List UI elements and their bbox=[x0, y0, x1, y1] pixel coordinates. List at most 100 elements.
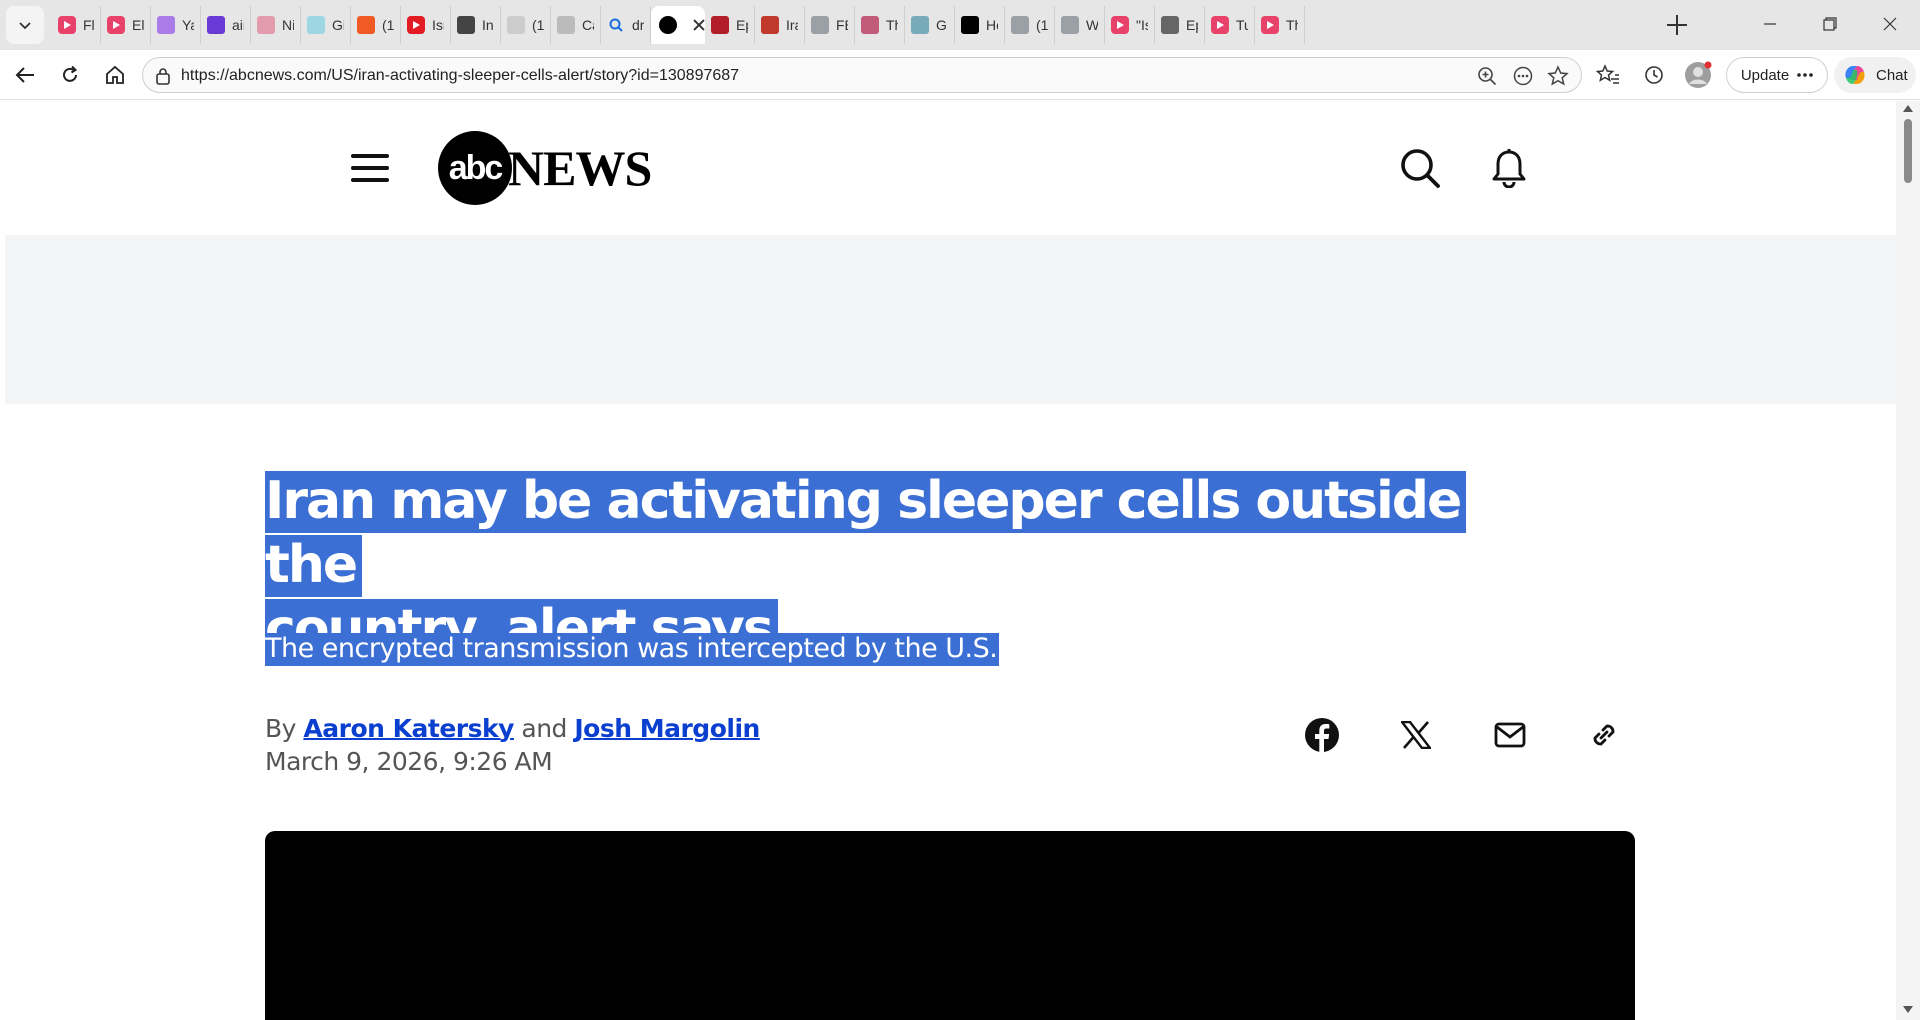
browser-toolbar: https://abcnews.com/US/iran-activating-s… bbox=[0, 50, 1920, 100]
yahoo-icon bbox=[207, 16, 225, 34]
abc-news-logo[interactable]: abc NEWS bbox=[438, 129, 652, 207]
update-label: Update bbox=[1740, 66, 1790, 84]
history-button[interactable] bbox=[1638, 59, 1670, 91]
chevron-down-icon bbox=[19, 22, 31, 30]
tab-list-button[interactable] bbox=[6, 6, 44, 44]
tab-title: Isra bbox=[432, 17, 444, 33]
hamburger-icon bbox=[351, 154, 389, 158]
lock-icon bbox=[156, 68, 170, 85]
video-player[interactable] bbox=[265, 831, 1635, 1020]
more-options-icon[interactable] bbox=[1513, 66, 1533, 86]
restore-button[interactable] bbox=[1800, 0, 1860, 48]
home-icon bbox=[106, 65, 124, 84]
share-email-button[interactable] bbox=[1488, 713, 1532, 757]
browser-tab[interactable]: (10 bbox=[501, 6, 551, 44]
profile-button[interactable] bbox=[1682, 59, 1714, 91]
search-icon bbox=[1401, 149, 1440, 188]
share-x-button[interactable] bbox=[1394, 713, 1438, 757]
scroll-down-arrow-icon[interactable] bbox=[1903, 1006, 1913, 1013]
url-text: https://abcnews.com/US/iran-activating-s… bbox=[181, 67, 740, 84]
abc-icon bbox=[659, 16, 677, 34]
avatar-icon bbox=[1685, 61, 1712, 88]
browser-tab[interactable]: Car bbox=[551, 6, 601, 44]
browser-tab[interactable]: "Is bbox=[1105, 6, 1155, 44]
copilot-chat-button[interactable]: Chat bbox=[1834, 57, 1916, 93]
copy-link-button[interactable] bbox=[1582, 713, 1626, 757]
notifications-button[interactable] bbox=[1486, 145, 1532, 191]
browser-tab[interactable]: The bbox=[855, 6, 905, 44]
browser-tab[interactable]: air c bbox=[201, 6, 251, 44]
tab-title: The bbox=[1286, 17, 1298, 33]
browser-tab[interactable]: Elto bbox=[101, 6, 151, 44]
zoom-icon[interactable] bbox=[1477, 66, 1497, 86]
tab-title: WE bbox=[1086, 17, 1098, 33]
tab-title: Giv bbox=[332, 17, 344, 33]
byline: By Aaron Katersky and Josh Margolin bbox=[265, 713, 760, 745]
by-label: By bbox=[265, 714, 296, 743]
tab-title: (10 bbox=[382, 17, 394, 33]
tab-title: (10 bbox=[532, 17, 544, 33]
tab-title: Eps bbox=[736, 17, 748, 33]
new-tab-button[interactable] bbox=[1662, 10, 1692, 40]
youtube-icon bbox=[1261, 16, 1279, 34]
close-tab-icon[interactable] bbox=[691, 17, 705, 33]
fp-icon bbox=[1011, 16, 1029, 34]
site-header: abc NEWS bbox=[5, 101, 1896, 235]
author-link-1[interactable]: Aaron Katersky bbox=[303, 714, 514, 743]
ad-placeholder bbox=[5, 235, 1896, 404]
address-bar[interactable]: https://abcnews.com/US/iran-activating-s… bbox=[142, 57, 1582, 93]
search-button[interactable] bbox=[1397, 145, 1443, 191]
browser-tab[interactable]: GLF bbox=[905, 6, 955, 44]
headline-line-1: Iran may be activating sleeper cells out… bbox=[265, 471, 1467, 597]
flag-icon bbox=[457, 16, 475, 34]
browser-tab[interactable] bbox=[651, 6, 705, 44]
close-icon bbox=[1883, 17, 1897, 31]
browser-tab[interactable]: FBI bbox=[805, 6, 855, 44]
page-scrollbar[interactable] bbox=[1896, 101, 1920, 1020]
update-button[interactable]: Update bbox=[1726, 57, 1828, 93]
tab-title: Elto bbox=[132, 17, 144, 33]
browser-tab[interactable]: Flee bbox=[52, 6, 101, 44]
browser-tab[interactable]: Eps bbox=[705, 6, 755, 44]
browser-tab[interactable]: Irar bbox=[755, 6, 805, 44]
tab-title: Eps bbox=[1186, 17, 1198, 33]
scroll-up-arrow-icon[interactable] bbox=[1903, 105, 1913, 112]
browser-tab[interactable]: Nia bbox=[251, 6, 301, 44]
tab-list: Flee Elto Yah air c Nia Giv (10 Isra In 1 (10 Car d… bbox=[52, 6, 1305, 44]
reload-button[interactable] bbox=[54, 59, 86, 91]
browser-tab[interactable]: Hov bbox=[955, 6, 1005, 44]
menu-button[interactable] bbox=[351, 153, 389, 183]
back-button[interactable] bbox=[9, 59, 41, 91]
tab-title: The bbox=[886, 17, 898, 33]
browser-tab[interactable]: Isra bbox=[401, 6, 451, 44]
browser-tab[interactable]: Giv bbox=[301, 6, 351, 44]
page-icon bbox=[507, 16, 525, 34]
browser-tab[interactable]: dru bbox=[601, 6, 651, 44]
arrow-left-icon bbox=[15, 67, 34, 83]
publish-date: March 9, 2026, 9:26 AM bbox=[265, 747, 553, 776]
restore-icon bbox=[1823, 17, 1837, 31]
browser-tab[interactable]: The bbox=[1255, 6, 1305, 44]
star-icon[interactable] bbox=[1547, 65, 1569, 87]
youtube-icon bbox=[1211, 16, 1229, 34]
youtube-icon bbox=[1111, 16, 1129, 34]
scroll-thumb[interactable] bbox=[1904, 119, 1912, 183]
browser-tab[interactable]: Yah bbox=[151, 6, 201, 44]
author-link-2[interactable]: Josh Margolin bbox=[574, 714, 760, 743]
browser-tab[interactable]: Eps bbox=[1155, 6, 1205, 44]
favorites-button[interactable] bbox=[1592, 59, 1624, 91]
browser-tab[interactable]: (10 bbox=[1005, 6, 1055, 44]
tab-title: dru bbox=[632, 17, 644, 33]
search-icon bbox=[607, 16, 625, 34]
browser-tab[interactable]: Tuc bbox=[1205, 6, 1255, 44]
share-facebook-button[interactable] bbox=[1300, 713, 1344, 757]
home-button[interactable] bbox=[99, 59, 131, 91]
browser-tab[interactable]: WE bbox=[1055, 6, 1105, 44]
browser-tab[interactable]: In 1 bbox=[451, 6, 501, 44]
favorites-icon bbox=[1596, 64, 1619, 84]
bell-icon bbox=[1492, 149, 1526, 188]
tab-title: Tuc bbox=[1236, 17, 1248, 33]
minimize-button[interactable] bbox=[1740, 0, 1800, 48]
close-window-button[interactable] bbox=[1860, 0, 1920, 48]
browser-tab[interactable]: (10 bbox=[351, 6, 401, 44]
